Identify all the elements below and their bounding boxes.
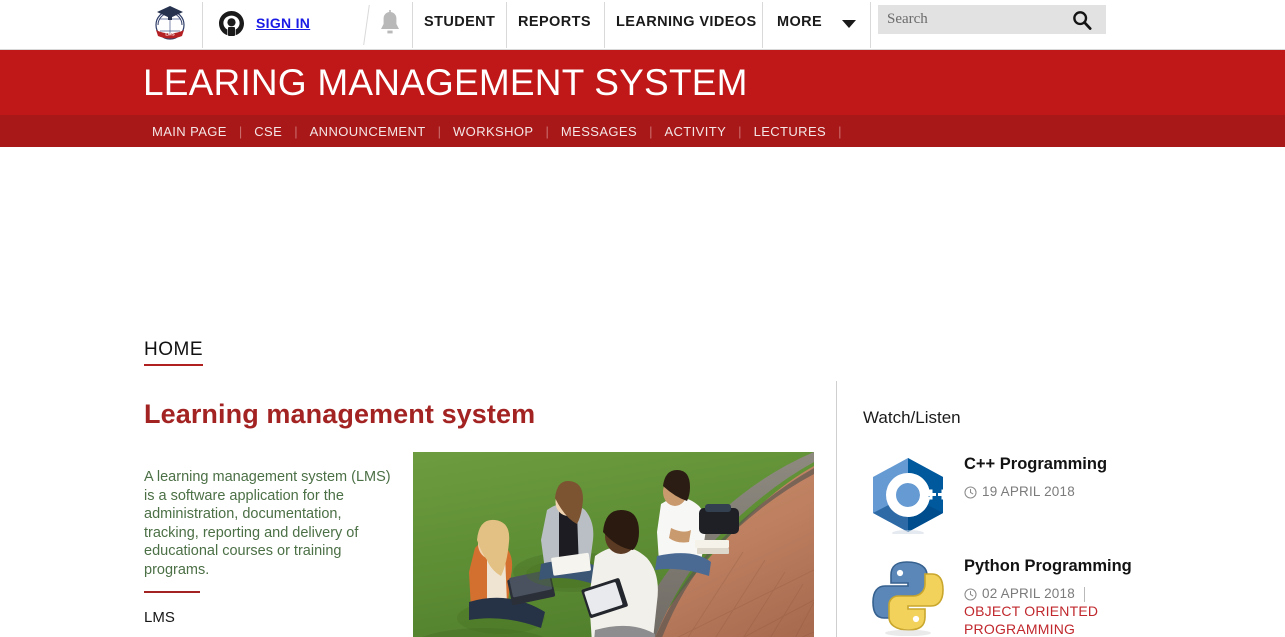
top-bar: LMS SIGN IN STUDENT REPORTS LEARNING VID… xyxy=(0,0,1285,50)
video-date-group: 19 APRIL 2018 xyxy=(964,484,1075,499)
video-meta: 02 APRIL 2018 OBJECT ORIENTED PROGRAMMIN… xyxy=(964,586,1154,637)
topnav-item-more[interactable]: MORE xyxy=(777,14,822,30)
notification-bell-icon[interactable] xyxy=(378,10,402,38)
video-meta: 19 APRIL 2018 xyxy=(964,484,1154,499)
sign-in-link[interactable]: SIGN IN xyxy=(256,15,310,31)
breadcrumb[interactable]: HOME xyxy=(144,339,203,366)
nav-separator: | xyxy=(238,123,243,139)
site-title: LEARING MANAGEMENT SYSTEM xyxy=(143,61,748,103)
divider xyxy=(363,5,370,45)
page-content: HOME Learning management system A learni… xyxy=(0,147,1285,637)
nav-item-lectures[interactable]: LECTURES xyxy=(754,124,827,139)
watch-listen-body: Python Programming 02 APRIL 2018 OBJECT … xyxy=(964,556,1154,637)
nav-separator: | xyxy=(294,123,298,139)
python-logo-icon[interactable] xyxy=(863,556,953,637)
nav-item-activity[interactable]: ACTIVITY xyxy=(664,124,726,139)
nav-item-announcement[interactable]: ANNOUNCEMENT xyxy=(310,124,426,139)
nav-separator: | xyxy=(437,123,442,139)
divider xyxy=(604,2,605,48)
topnav-item-student[interactable]: STUDENT xyxy=(424,14,495,30)
site-logo-icon[interactable]: LMS xyxy=(152,4,188,42)
page-description: A learning management system (LMS) is a … xyxy=(144,469,391,578)
nav-item-messages[interactable]: MESSAGES xyxy=(561,124,637,139)
nav-separator: | xyxy=(738,123,742,139)
main-navigation: MAIN PAGE | CSE | ANNOUNCEMENT | WORKSHO… xyxy=(0,115,1285,147)
nav-separator: | xyxy=(649,123,653,139)
divider xyxy=(144,591,200,593)
video-date: 02 APRIL 2018 xyxy=(982,586,1075,601)
search-icon xyxy=(1073,10,1092,30)
topnav-item-learning-videos[interactable]: LEARNING VIDEOS xyxy=(616,14,757,30)
video-date: 19 APRIL 2018 xyxy=(982,484,1075,499)
books xyxy=(695,540,729,554)
search-input[interactable] xyxy=(878,5,1063,34)
page-title: Learning management system xyxy=(144,399,536,429)
svg-text:LMS: LMS xyxy=(165,32,174,37)
site-banner: LEARING MANAGEMENT SYSTEM xyxy=(0,50,1285,115)
divider xyxy=(762,2,763,48)
nav-item-main-page[interactable]: MAIN PAGE xyxy=(152,124,227,139)
video-date-group: 02 APRIL 2018 xyxy=(964,586,1075,601)
bag xyxy=(699,504,739,534)
hero-image xyxy=(413,452,814,637)
cpp-logo-icon[interactable] xyxy=(863,454,953,536)
clock-icon xyxy=(964,587,977,601)
account-avatar-icon[interactable] xyxy=(219,11,244,36)
search-box[interactable] xyxy=(878,5,1106,34)
divider xyxy=(412,2,413,48)
divider xyxy=(870,2,871,48)
topnav-item-reports[interactable]: REPORTS xyxy=(518,14,591,30)
clock-icon xyxy=(964,485,977,499)
chevron-down-icon[interactable] xyxy=(842,20,856,28)
content-tag: LMS xyxy=(144,609,175,626)
watch-listen-body: C++ Programming 19 APRIL 2018 xyxy=(964,454,1154,499)
video-category[interactable]: OBJECT ORIENTED PROGRAMMING xyxy=(964,602,1154,637)
sidebar-title: Watch/Listen xyxy=(863,408,961,427)
nav-item-workshop[interactable]: WORKSHOP xyxy=(453,124,533,139)
divider xyxy=(836,381,837,637)
video-title[interactable]: Python Programming xyxy=(964,556,1154,577)
search-button[interactable] xyxy=(1063,5,1101,34)
divider xyxy=(506,2,507,48)
video-title[interactable]: C++ Programming xyxy=(964,454,1154,475)
divider xyxy=(202,2,203,48)
nav-item-cse[interactable]: CSE xyxy=(254,124,282,139)
nav-separator: | xyxy=(838,123,842,139)
nav-separator: | xyxy=(545,123,549,139)
meta-separator xyxy=(1083,587,1085,602)
